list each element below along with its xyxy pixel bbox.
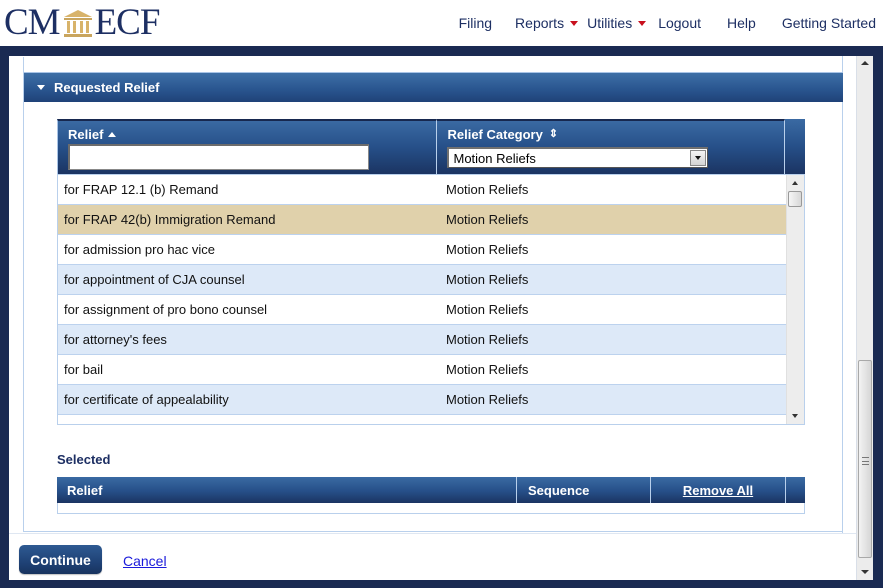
relief-category-cell: Motion Reliefs [446,212,529,227]
relief-row[interactable]: for FRAP 12.1 (b) Remand Motion Reliefs [58,175,787,205]
relief-category-cell: Motion Reliefs [446,242,529,257]
relief-category-selected-value: Motion Reliefs [453,150,536,166]
sort-both-icon: ⇕ [548,128,559,140]
nav-logout[interactable]: Logout [658,15,701,31]
relief-grid-body: for FRAP 12.1 (b) Remand Motion Reliefs fo… [57,174,805,425]
nav-logout-label: Logout [658,15,702,31]
selected-sequence-column: Sequence [517,477,651,503]
relief-category-cell: Motion Reliefs [446,332,529,347]
relief-cell: for FRAP 12.1 (b) Remand [64,182,219,197]
scroll-down-arrow-icon[interactable] [861,570,869,574]
nav-help-label: Help [727,15,756,31]
logo-text-left: CM [4,2,61,43]
relief-category-sort-toggle[interactable]: Relief Category ⇕ [447,126,774,142]
nav-filing[interactable]: Filing [459,15,492,31]
relief-column-label: Relief [68,126,104,142]
selected-header-spacer [786,477,805,503]
selected-heading: Selected [57,452,111,467]
nav-utilities-label: Utilities [587,15,633,31]
scroll-down-arrow-icon[interactable] [792,414,798,418]
page-scrollbar[interactable] [856,56,873,580]
main-nav: Filing Reports Utilities Logout Help Get… [459,14,883,32]
grip-icon [862,457,869,465]
relief-category-column-label: Relief Category [447,126,543,142]
relief-rows: for FRAP 12.1 (b) Remand Motion Reliefs fo… [58,175,787,424]
relief-row[interactable]: for FRAP 42(b) Immigration Remand Motion … [58,205,787,235]
relief-category-cell: Motion Reliefs [440,422,787,424]
relief-row[interactable]: for admission pro hac vice Motion Reliefs [58,235,787,265]
relief-category-cell: Motion Reliefs [446,182,529,197]
page-scrollbar-thumb[interactable] [858,360,872,558]
remove-all-link[interactable]: Remove All [651,477,786,503]
cancel-link[interactable]: Cancel [123,553,167,569]
relief-category-cell: Motion Reliefs [446,302,529,317]
nav-utilities[interactable]: Utilities [587,15,647,31]
relief-category-select[interactable]: Motion Reliefs [447,147,709,168]
nav-getting-started-label: Getting Started [781,15,876,31]
caret-down-icon [638,20,647,26]
relief-category-cell: Motion Reliefs [446,362,529,377]
header-scroll-spacer [785,119,805,174]
nav-filing-label: Filing [458,15,493,31]
relief-filter-input[interactable] [68,144,369,170]
section-title: Requested Relief [54,80,160,95]
sort-ascending-icon [108,131,117,137]
relief-row[interactable]: for ...Motion Reliefs [58,415,787,424]
nav-getting-started[interactable]: Getting Started [782,15,876,31]
relief-cell: for bail [64,362,104,377]
relief-cell: for admission pro hac vice [64,242,216,257]
selected-relief-column: Relief [57,477,517,503]
grid-scrollbar[interactable] [786,175,804,424]
dropdown-button[interactable] [690,150,707,166]
relief-cell: for appointment of CJA counsel [64,272,245,287]
relief-cell: for certificate of appealability [64,392,229,407]
relief-cell: for assignment of pro bono counsel [64,302,268,317]
selected-table-body [57,503,805,514]
top-header: CM ECF Filing Reports Utilities Logout H… [0,0,883,46]
relief-column-header: Relief [57,119,438,174]
relief-category-cell: Motion Reliefs [446,272,529,287]
logo-text-right: ECF [94,2,161,43]
relief-cell: for attorney's fees [64,332,167,347]
main-content: Requested Relief Relief Relief Category … [9,56,856,580]
relief-row[interactable]: for attorney's fees Motion Reliefs [58,325,787,355]
nav-reports[interactable]: Reports [515,15,579,31]
requested-relief-header[interactable]: Requested Relief [24,72,843,102]
nav-help[interactable]: Help [727,15,756,31]
relief-category-cell: Motion Reliefs [446,392,529,407]
grid-scrollbar-thumb[interactable] [788,191,802,207]
scroll-up-arrow-icon[interactable] [861,61,869,65]
continue-button[interactable]: Continue [19,545,102,574]
collapse-triangle-icon [37,85,45,90]
relief-sort-toggle[interactable]: Relief [68,126,426,142]
relief-cell: for ... [58,422,440,424]
relief-grid-header: Relief Relief Category ⇕ Motion Reliefs [57,119,805,174]
relief-row[interactable]: for certificate of appealability Motion R… [58,385,787,415]
caret-down-icon [570,20,579,26]
scroll-up-arrow-icon[interactable] [792,181,798,185]
chevron-down-icon [695,156,702,160]
courthouse-icon [63,10,92,37]
relief-row[interactable]: for appointment of CJA counsel Motion Rel… [58,265,787,295]
relief-category-column-header: Relief Category ⇕ Motion Reliefs [437,119,785,174]
relief-row[interactable]: for assignment of pro bono counsel Motion… [58,295,787,325]
relief-cell: for FRAP 42(b) Immigration Remand [64,212,276,227]
nav-reports-label: Reports [515,15,565,31]
selected-table-header: Relief Sequence Remove All [57,477,805,503]
action-bar: Continue Cancel [9,533,856,580]
cmecf-logo[interactable]: CM ECF [4,2,161,43]
relief-row[interactable]: for bail Motion Reliefs [58,355,787,385]
